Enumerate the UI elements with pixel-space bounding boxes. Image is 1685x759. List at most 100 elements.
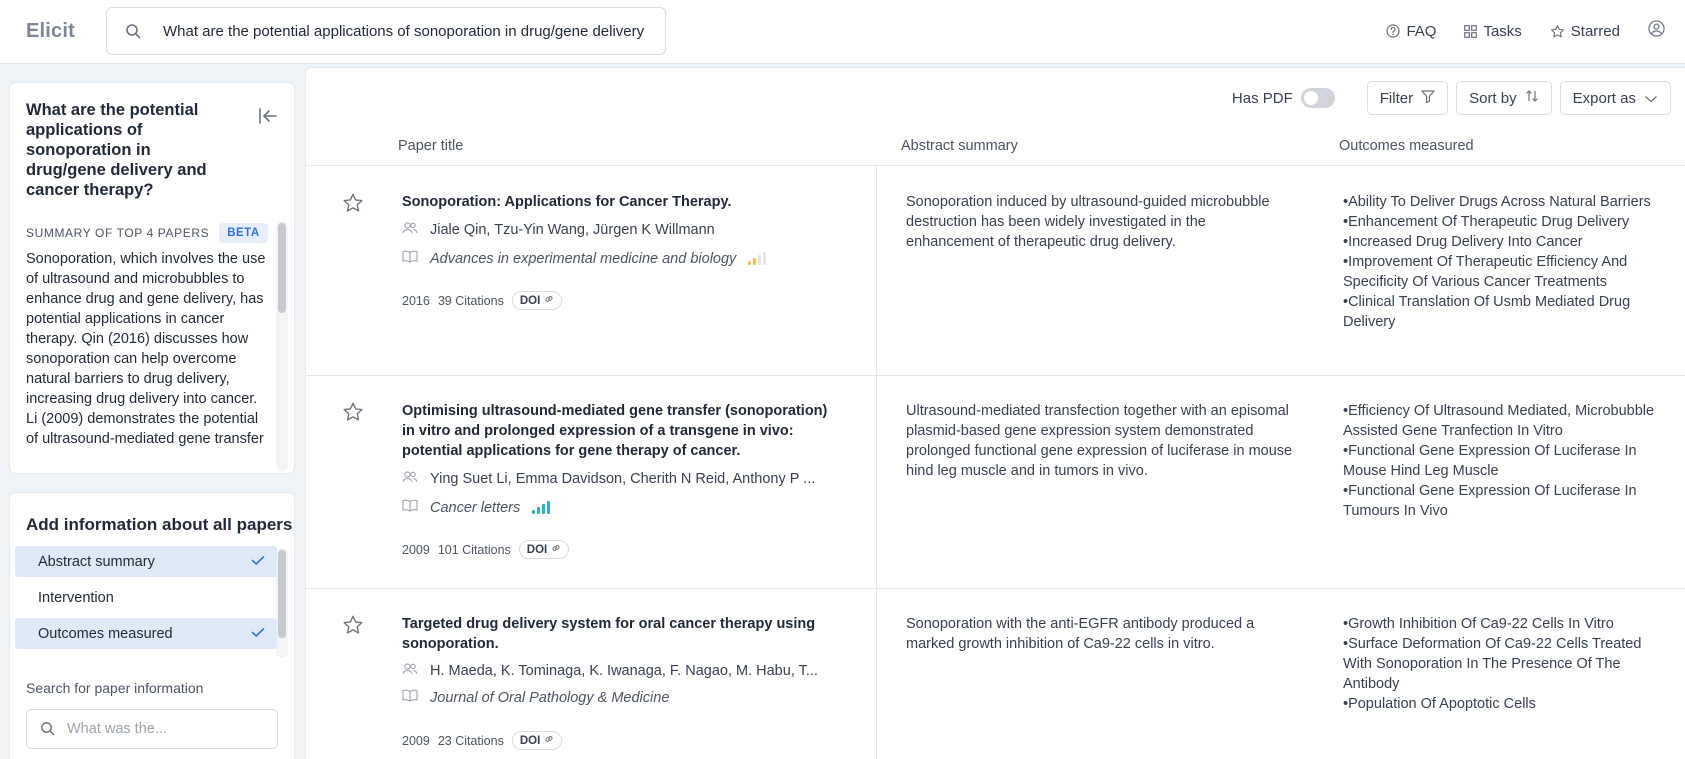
table-row[interactable]: Sonoporation: Applications for Cancer Th… <box>306 166 1685 376</box>
sort-button[interactable]: Sort by <box>1456 81 1552 115</box>
doi-link[interactable]: DOI <box>511 291 563 310</box>
paper-title[interactable]: Sonoporation: Applications for Cancer Th… <box>402 192 837 212</box>
summary-header: SUMMARY OF TOP 4 PAPERS BETA <box>26 223 268 243</box>
star-outline-icon <box>1550 24 1565 39</box>
user-account-icon[interactable] <box>1648 20 1665 42</box>
add-info-panel: Add information about all papers Abstrac… <box>9 492 295 759</box>
paper-authors-text: Jiale Qin, Tzu-Yin Wang, Jürgen K Willma… <box>430 222 715 238</box>
paper-citations[interactable]: 39 Citations <box>438 294 504 308</box>
paper-citations[interactable]: 23 Citations <box>438 734 504 748</box>
paper-citations[interactable]: 101 Citations <box>438 543 511 557</box>
column-header-abstract-summary[interactable]: Abstract summary <box>901 138 1018 154</box>
query-text[interactable]: What are the potential applications of s… <box>163 23 658 40</box>
filter-button[interactable]: Filter <box>1366 81 1449 115</box>
users-icon <box>402 471 418 487</box>
collapse-sidebar-icon[interactable] <box>258 107 278 130</box>
doi-label: DOI <box>519 734 541 747</box>
nav-starred[interactable]: Starred <box>1550 23 1620 40</box>
paper-stats: 2009 101 Citations DOI <box>402 540 570 559</box>
paper-journal: Cancer letters <box>402 499 551 516</box>
paper-year: 2009 <box>402 733 430 748</box>
nav-faq[interactable]: FAQ <box>1386 23 1436 40</box>
paper-authors-text: Ying Suet Li, Emma Davidson, Cherith N R… <box>430 471 816 487</box>
paper-authors: Ying Suet Li, Emma Davidson, Cherith N R… <box>402 471 815 487</box>
toggle-knob <box>1303 91 1318 105</box>
outcome-item: •Clinical Translation Of Usmb Mediated D… <box>1343 294 1631 330</box>
table-row[interactable]: Optimising ultrasound-mediated gene tran… <box>306 375 1685 589</box>
check-icon <box>251 554 265 570</box>
nav-faq-label: FAQ <box>1406 22 1437 40</box>
paper-title[interactable]: Optimising ultrasound-mediated gene tran… <box>402 401 837 461</box>
query-search-box[interactable]: What are the potential applications of s… <box>106 7 666 55</box>
nav-tasks[interactable]: Tasks <box>1464 22 1522 40</box>
outcome-item: •Functional Gene Expression Of Luciferas… <box>1343 483 1637 519</box>
beta-badge: BETA <box>219 223 268 243</box>
doi-label: DOI <box>526 543 548 556</box>
star-outline-icon[interactable] <box>342 192 364 219</box>
paper-journal-text: Advances in experimental medicine and bi… <box>430 250 737 267</box>
outcome-item: •Surface Deformation Of Ca9-22 Cells Tre… <box>1343 636 1642 692</box>
has-pdf-label: Has PDF <box>1231 89 1293 107</box>
users-icon <box>402 663 418 679</box>
sort-label: Sort by <box>1469 89 1517 107</box>
sort-arrows-icon <box>1525 89 1539 107</box>
summary-panel: What are the potential applications of s… <box>9 82 295 474</box>
book-open-icon <box>402 689 418 706</box>
outcome-item: •Enhancement Of Therapeutic Drug Deliver… <box>1343 214 1630 230</box>
help-circle-icon <box>1386 24 1401 38</box>
column-option-label: Abstract summary <box>38 553 155 570</box>
search-icon <box>125 23 141 44</box>
column-option-intervention[interactable]: Intervention <box>15 582 277 613</box>
check-icon <box>251 626 265 642</box>
star-outline-icon[interactable] <box>342 614 364 641</box>
paper-title[interactable]: Targeted drug delivery system for oral c… <box>402 614 837 654</box>
summary-text: Sonoporation, which involves the use of … <box>26 251 266 447</box>
star-outline-icon[interactable] <box>342 401 364 428</box>
table-row[interactable]: Targeted drug delivery system for oral c… <box>306 588 1685 759</box>
export-label: Export as <box>1572 89 1636 107</box>
outcome-item: •Ability To Deliver Drugs Across Natural… <box>1343 194 1651 210</box>
paper-stats: 2016 39 Citations DOI <box>402 291 563 310</box>
outcome-item: •Efficiency Of Ultrasound Mediated, Micr… <box>1343 403 1655 439</box>
search-paper-info-input[interactable]: What was the... <box>26 709 278 749</box>
column-header-paper-title[interactable]: Paper title <box>398 138 463 154</box>
export-button[interactable]: Export as <box>1559 81 1671 115</box>
paper-authors: Jiale Qin, Tzu-Yin Wang, Jürgen K Willma… <box>402 222 715 238</box>
paper-journal-text: Cancer letters <box>430 499 521 516</box>
link-icon <box>544 734 554 747</box>
column-list-scrollbar-thumb[interactable] <box>278 550 286 638</box>
link-icon <box>544 294 554 307</box>
search-paper-info-placeholder: What was the... <box>67 721 167 737</box>
column-option-outcomes-measured[interactable]: Outcomes measured <box>15 618 277 649</box>
doi-label: DOI <box>519 294 541 307</box>
journal-quality-bars-icon <box>532 501 551 514</box>
column-options-list: Abstract summary Intervention Outcomes m… <box>15 546 277 654</box>
column-option-label: Outcomes measured <box>38 625 173 642</box>
abstract-summary-cell: Ultrasound-mediated transfection togethe… <box>906 403 1293 479</box>
link-icon <box>551 543 561 556</box>
outcome-item: •Functional Gene Expression Of Luciferas… <box>1343 443 1637 479</box>
paper-stats: 2009 23 Citations DOI <box>402 731 563 750</box>
app-logo[interactable]: Elicit <box>26 20 75 43</box>
book-open-icon <box>402 499 418 516</box>
column-header-outcomes-measured[interactable]: Outcomes measured <box>1339 138 1474 154</box>
outcomes-cell: •Efficiency Of Ultrasound Mediated, Micr… <box>1343 401 1658 521</box>
summary-scrollbar-thumb[interactable] <box>278 223 286 313</box>
abstract-summary-cell: Sonoporation induced by ultrasound-guide… <box>906 194 1270 250</box>
add-info-title: Add information about all papers <box>26 515 293 534</box>
filter-icon <box>1421 89 1435 107</box>
nav-tasks-label: Tasks <box>1483 22 1522 40</box>
column-option-abstract-summary[interactable]: Abstract summary <box>15 546 277 577</box>
doi-link[interactable]: DOI <box>518 540 570 559</box>
outcome-item: •Improvement Of Therapeutic Efficiency A… <box>1343 254 1628 290</box>
paper-journal: Journal of Oral Pathology & Medicine <box>402 689 669 706</box>
paper-year: 2009 <box>402 542 430 557</box>
paper-authors: H. Maeda, K. Tominaga, K. Iwanaga, F. Na… <box>402 663 818 679</box>
doi-link[interactable]: DOI <box>511 731 563 750</box>
abstract-summary-cell: Sonoporation with the anti-EGFR antibody… <box>906 616 1255 652</box>
results-table: Has PDF Filter Sort by Export as Paper t… <box>305 67 1685 759</box>
column-option-label: Intervention <box>38 589 114 606</box>
has-pdf-toggle[interactable] <box>1300 88 1335 108</box>
grid-icon <box>1464 24 1478 38</box>
outcomes-cell: •Ability To Deliver Drugs Across Natural… <box>1343 192 1658 332</box>
